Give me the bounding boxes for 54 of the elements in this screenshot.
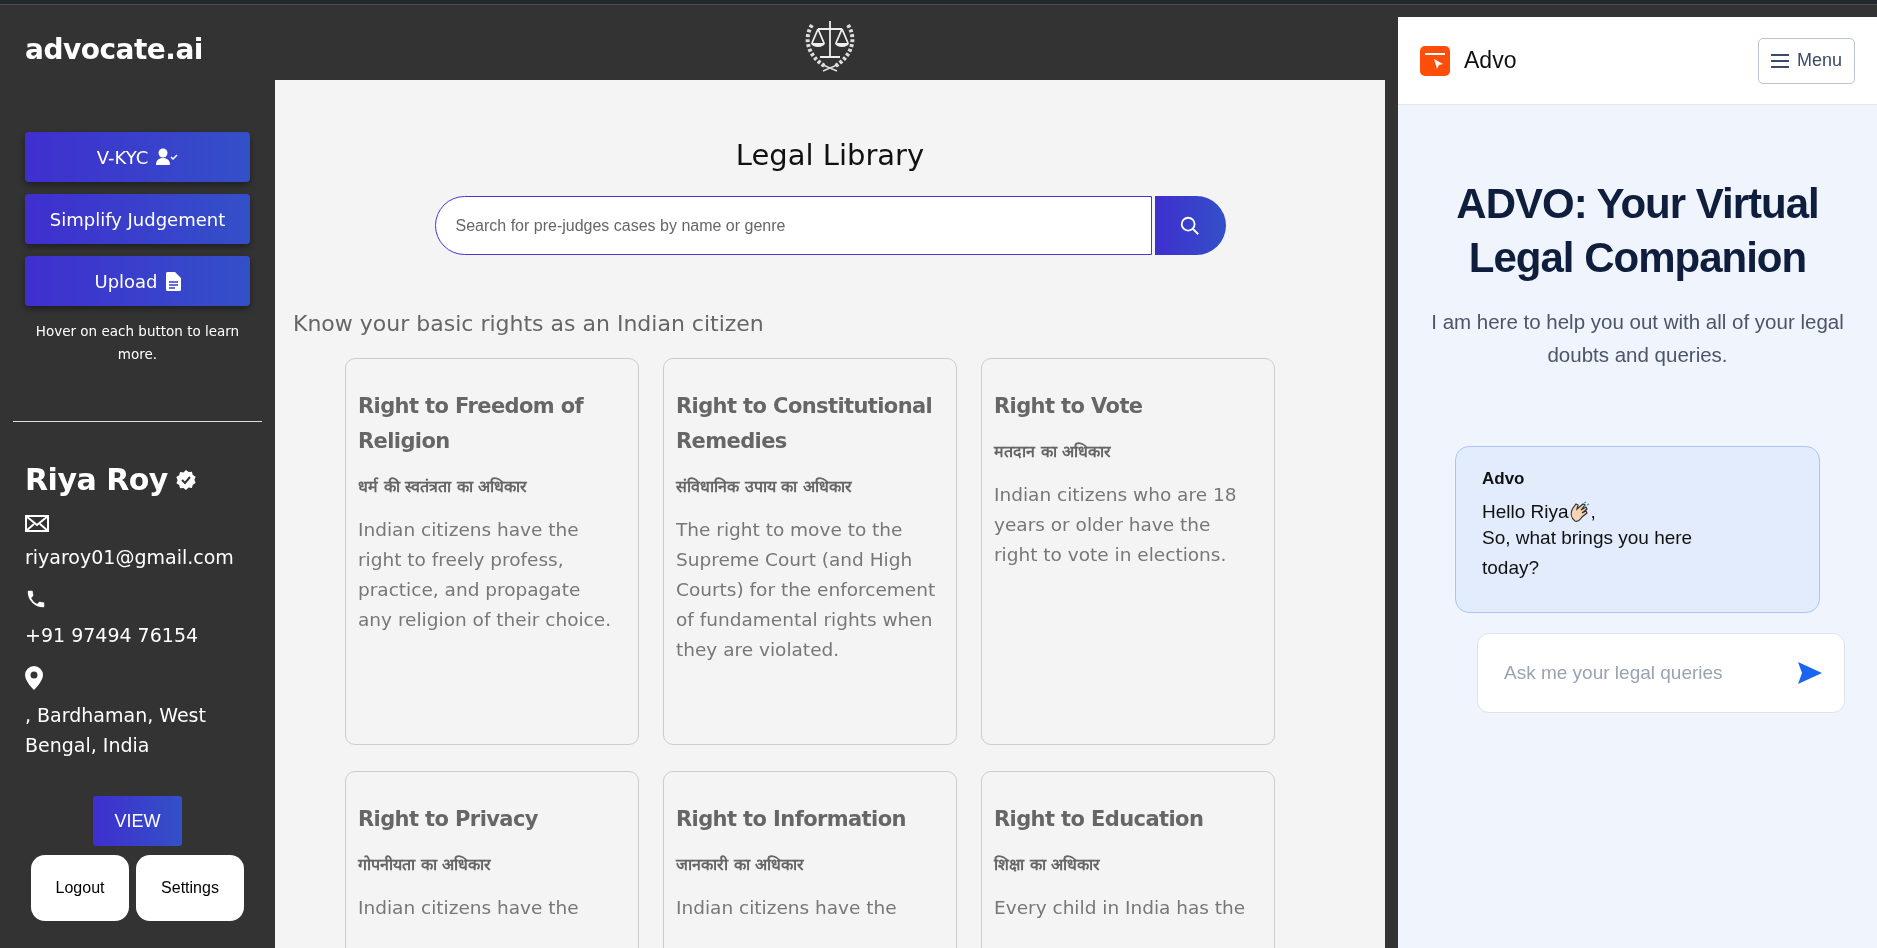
card-subtitle: धर्म की स्वतंत्रता का अधिकार: [358, 476, 529, 497]
search-button[interactable]: [1154, 196, 1226, 255]
phone-text: +91 97494 76154: [25, 623, 200, 648]
search-icon: [1179, 214, 1201, 237]
brand-logo-text: advocate.ai: [25, 33, 204, 66]
greeting-punctuation: ,: [1590, 501, 1596, 523]
email-text: riyaroy01@gmail.com: [25, 545, 235, 570]
send-button[interactable]: [1798, 662, 1822, 684]
card-text: Indian citizens have the: [676, 896, 898, 920]
card-title: Right to Constitutional Remedies: [676, 393, 934, 455]
card-text: Every child in India has the: [994, 896, 1247, 920]
page-title: Legal Library: [734, 138, 926, 172]
card-text: The right to move to the Supreme Court (and High Courts) for the enforcement of fundamental rights when they are violated.: [676, 518, 937, 662]
card-title: Right to Information: [676, 806, 907, 833]
card-text: Indian citizens have the right to freely profess, practice, and propagate any religion of their choice.: [358, 518, 613, 632]
card-subtitle: शिक्षा का अधिकार: [994, 854, 1102, 875]
hero-title: ADVO: Your Virtual Legal Companion: [1455, 179, 1820, 283]
location-pin-icon: [25, 666, 43, 690]
card-subtitle: मतदान का अधिकार: [994, 441, 1113, 462]
mail-icon: [25, 515, 49, 532]
user-check-icon: [156, 148, 179, 166]
view-button[interactable]: VIEW: [93, 796, 182, 846]
card-title: Right to Vote: [994, 393, 1144, 420]
sidebar-button[interactable]: Simplify Judgement: [25, 194, 250, 244]
footer-button[interactable]: Settings: [136, 855, 244, 921]
send-icon: [1798, 662, 1822, 684]
profile-name: Riya Roy: [25, 462, 168, 497]
clapping-hands-icon: [1568, 501, 1591, 523]
card-title: Right to Freedom of Religion: [358, 393, 585, 455]
card-subtitle: गोपनीयता का अधिकार: [358, 854, 493, 875]
card-title: Right to Education: [994, 806, 1205, 833]
card-subtitle: जानकारी का अधिकार: [676, 854, 806, 875]
menu-icon: [1770, 53, 1789, 68]
sidebar-button[interactable]: V-KYC: [25, 132, 250, 182]
footer-button[interactable]: Logout: [31, 855, 129, 921]
section-heading: Know your basic rights as an Indian citizen: [293, 311, 765, 336]
message-text: So, what brings you here today?: [1482, 526, 1694, 580]
hint-text: Hover on each button to learn more.: [34, 322, 241, 364]
app-logo-icon: [1420, 45, 1450, 76]
sender-name: Advo: [1482, 469, 1526, 489]
search-field[interactable]: Search for pre-judges cases by name or genre: [434, 196, 1152, 255]
sidebar-button[interactable]: Upload: [25, 256, 250, 306]
app-name: Advo: [1464, 47, 1517, 74]
card-subtitle: संविधानिक उपाय का अधिकार: [676, 476, 853, 497]
chat-input-field[interactable]: Ask me your legal queries: [1502, 661, 1798, 685]
card-title: Right to Privacy: [358, 806, 539, 833]
address-text: , Bardhaman, West Bengal, India: [25, 703, 207, 758]
greeting-text: Hello Riya: [1482, 501, 1569, 523]
hero-subtitle: I am here to help you out with all of your legal doubts and queries.: [1430, 309, 1845, 368]
card-text: Indian citizens who are 18 years or older have the right to vote in elections.: [994, 483, 1238, 567]
document-icon: [165, 271, 181, 291]
card-text: Indian citizens have the: [358, 896, 580, 920]
menu-button[interactable]: Menu: [1757, 37, 1855, 84]
phone-icon: [25, 588, 47, 610]
